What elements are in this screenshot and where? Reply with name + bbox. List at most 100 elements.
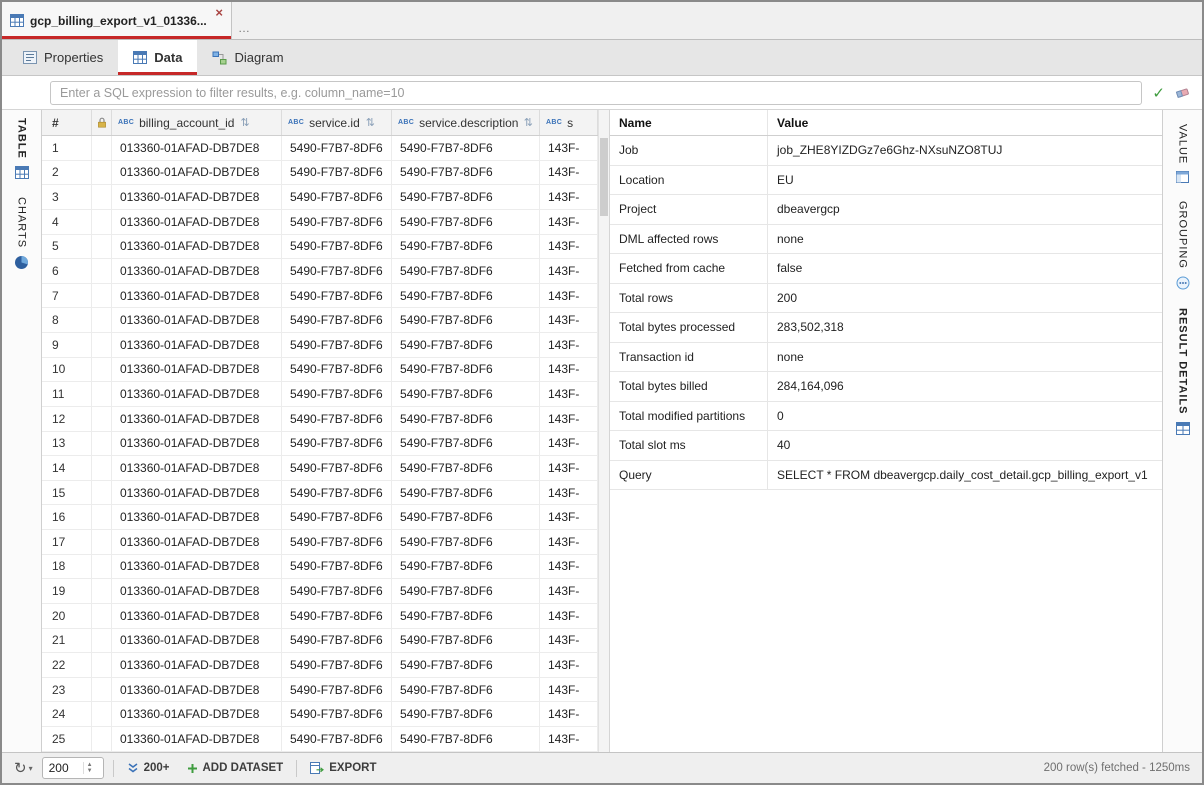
row-number[interactable]: 23: [42, 678, 92, 702]
row-number[interactable]: 14: [42, 456, 92, 480]
grid-cell[interactable]: 143F-: [540, 727, 598, 751]
grid-cell[interactable]: 5490-F7B7-8DF6: [392, 161, 540, 185]
grid-cell[interactable]: 5490-F7B7-8DF6: [392, 702, 540, 726]
grid-cell[interactable]: 143F-: [540, 702, 598, 726]
rail-tab-result-details[interactable]: RESULT DETAILS: [1176, 308, 1190, 434]
column-header-service.description[interactable]: ABCservice.description⇅: [392, 110, 540, 135]
grid-cell[interactable]: 5490-F7B7-8DF6: [282, 481, 392, 505]
grid-cell[interactable]: 143F-: [540, 456, 598, 480]
row-number[interactable]: 9: [42, 333, 92, 357]
grid-cell[interactable]: 013360-01AFAD-DB7DE8: [112, 407, 282, 431]
grid-cell[interactable]: 5490-F7B7-8DF6: [392, 210, 540, 234]
detail-row[interactable]: DML affected rowsnone: [610, 225, 1162, 255]
grid-cell[interactable]: 013360-01AFAD-DB7DE8: [112, 604, 282, 628]
grid-cell[interactable]: 5490-F7B7-8DF6: [392, 604, 540, 628]
grid-cell[interactable]: 143F-: [540, 333, 598, 357]
grid-cell[interactable]: 5490-F7B7-8DF6: [392, 358, 540, 382]
grid-cell[interactable]: 013360-01AFAD-DB7DE8: [112, 702, 282, 726]
grid-cell[interactable]: 5490-F7B7-8DF6: [282, 727, 392, 751]
grid-cell[interactable]: 013360-01AFAD-DB7DE8: [112, 333, 282, 357]
grid-cell[interactable]: 143F-: [540, 653, 598, 677]
grid-cell[interactable]: 013360-01AFAD-DB7DE8: [112, 185, 282, 209]
row-number[interactable]: 15: [42, 481, 92, 505]
grid-cell[interactable]: 143F-: [540, 185, 598, 209]
row-number[interactable]: 2: [42, 161, 92, 185]
grid-cell[interactable]: 013360-01AFAD-DB7DE8: [112, 629, 282, 653]
grid-cell[interactable]: 5490-F7B7-8DF6: [392, 653, 540, 677]
grid-cell[interactable]: 5490-F7B7-8DF6: [282, 653, 392, 677]
grid-cell[interactable]: 013360-01AFAD-DB7DE8: [112, 308, 282, 332]
row-number[interactable]: 10: [42, 358, 92, 382]
row-number[interactable]: 3: [42, 185, 92, 209]
grid-cell[interactable]: 5490-F7B7-8DF6: [282, 432, 392, 456]
export-button[interactable]: EXPORT: [306, 759, 380, 777]
column-header-s[interactable]: ABCs⇅: [540, 110, 598, 135]
grid-cell[interactable]: 5490-F7B7-8DF6: [392, 284, 540, 308]
grid-cell[interactable]: 5490-F7B7-8DF6: [392, 136, 540, 160]
row-number[interactable]: 19: [42, 579, 92, 603]
grid-cell[interactable]: 5490-F7B7-8DF6: [392, 629, 540, 653]
stepper-arrows[interactable]: ▲ ▼: [83, 762, 96, 774]
grid-cell[interactable]: 013360-01AFAD-DB7DE8: [112, 432, 282, 456]
sort-icon[interactable]: ⇅: [366, 116, 375, 129]
row-number[interactable]: 20: [42, 604, 92, 628]
grid-cell[interactable]: 5490-F7B7-8DF6: [282, 161, 392, 185]
sort-icon[interactable]: ⇅: [240, 116, 249, 129]
grid-cell[interactable]: 143F-: [540, 432, 598, 456]
detail-row[interactable]: Total bytes processed283,502,318: [610, 313, 1162, 343]
grid-cell[interactable]: 143F-: [540, 161, 598, 185]
grid-cell[interactable]: 013360-01AFAD-DB7DE8: [112, 235, 282, 259]
scrollbar-thumb[interactable]: [600, 138, 608, 216]
grid-cell[interactable]: 143F-: [540, 579, 598, 603]
grid-cell[interactable]: 5490-F7B7-8DF6: [392, 407, 540, 431]
row-number[interactable]: 18: [42, 555, 92, 579]
grid-cell[interactable]: 5490-F7B7-8DF6: [282, 678, 392, 702]
add-dataset-button[interactable]: ADD DATASET: [183, 759, 288, 777]
grid-cell[interactable]: 5490-F7B7-8DF6: [282, 358, 392, 382]
sql-filter-input[interactable]: [50, 81, 1142, 105]
grid-cell[interactable]: 5490-F7B7-8DF6: [282, 259, 392, 283]
row-number[interactable]: 5: [42, 235, 92, 259]
tab-overflow-icon[interactable]: …: [232, 21, 256, 39]
grid-cell[interactable]: 5490-F7B7-8DF6: [392, 555, 540, 579]
row-number[interactable]: 12: [42, 407, 92, 431]
grid-cell[interactable]: 143F-: [540, 530, 598, 554]
grid-cell[interactable]: 5490-F7B7-8DF6: [392, 727, 540, 751]
detail-row[interactable]: Total rows200: [610, 284, 1162, 314]
grid-cell[interactable]: 5490-F7B7-8DF6: [282, 308, 392, 332]
grid-cell[interactable]: 5490-F7B7-8DF6: [282, 604, 392, 628]
apply-filter-icon[interactable]: ✓: [1152, 84, 1165, 102]
grid-cell[interactable]: 5490-F7B7-8DF6: [282, 284, 392, 308]
grid-cell[interactable]: 013360-01AFAD-DB7DE8: [112, 505, 282, 529]
row-number[interactable]: 1: [42, 136, 92, 160]
grid-cell[interactable]: 5490-F7B7-8DF6: [392, 432, 540, 456]
grid-cell[interactable]: 013360-01AFAD-DB7DE8: [112, 210, 282, 234]
grid-cell[interactable]: 143F-: [540, 358, 598, 382]
grid-cell[interactable]: 013360-01AFAD-DB7DE8: [112, 653, 282, 677]
grid-cell[interactable]: 013360-01AFAD-DB7DE8: [112, 358, 282, 382]
grid-cell[interactable]: 143F-: [540, 284, 598, 308]
row-number[interactable]: 25: [42, 727, 92, 751]
grid-cell[interactable]: 5490-F7B7-8DF6: [282, 407, 392, 431]
row-number[interactable]: 22: [42, 653, 92, 677]
fetch-next-page-button[interactable]: 200+: [123, 759, 174, 777]
refresh-button[interactable]: ↻ ▾: [14, 759, 33, 777]
grid-cell[interactable]: 013360-01AFAD-DB7DE8: [112, 456, 282, 480]
row-number[interactable]: 21: [42, 629, 92, 653]
grid-cell[interactable]: 143F-: [540, 382, 598, 406]
grid-cell[interactable]: 143F-: [540, 505, 598, 529]
detail-row[interactable]: Total bytes billed284,164,096: [610, 372, 1162, 402]
grid-cell[interactable]: 013360-01AFAD-DB7DE8: [112, 579, 282, 603]
grid-cell[interactable]: 143F-: [540, 259, 598, 283]
grid-cell[interactable]: 143F-: [540, 678, 598, 702]
grid-cell[interactable]: 013360-01AFAD-DB7DE8: [112, 727, 282, 751]
grid-cell[interactable]: 5490-F7B7-8DF6: [282, 579, 392, 603]
eraser-icon[interactable]: [1175, 86, 1190, 99]
grid-cell[interactable]: 5490-F7B7-8DF6: [282, 382, 392, 406]
grid-cell[interactable]: 5490-F7B7-8DF6: [282, 185, 392, 209]
grid-cell[interactable]: 5490-F7B7-8DF6: [392, 333, 540, 357]
grid-cell[interactable]: 143F-: [540, 407, 598, 431]
detail-row[interactable]: Jobjob_ZHE8YIZDGz7e6Ghz-NXsuNZO8TUJ: [610, 136, 1162, 166]
grid-cell[interactable]: 5490-F7B7-8DF6: [282, 210, 392, 234]
column-header-billing_account_id[interactable]: ABCbilling_account_id⇅: [112, 110, 282, 135]
